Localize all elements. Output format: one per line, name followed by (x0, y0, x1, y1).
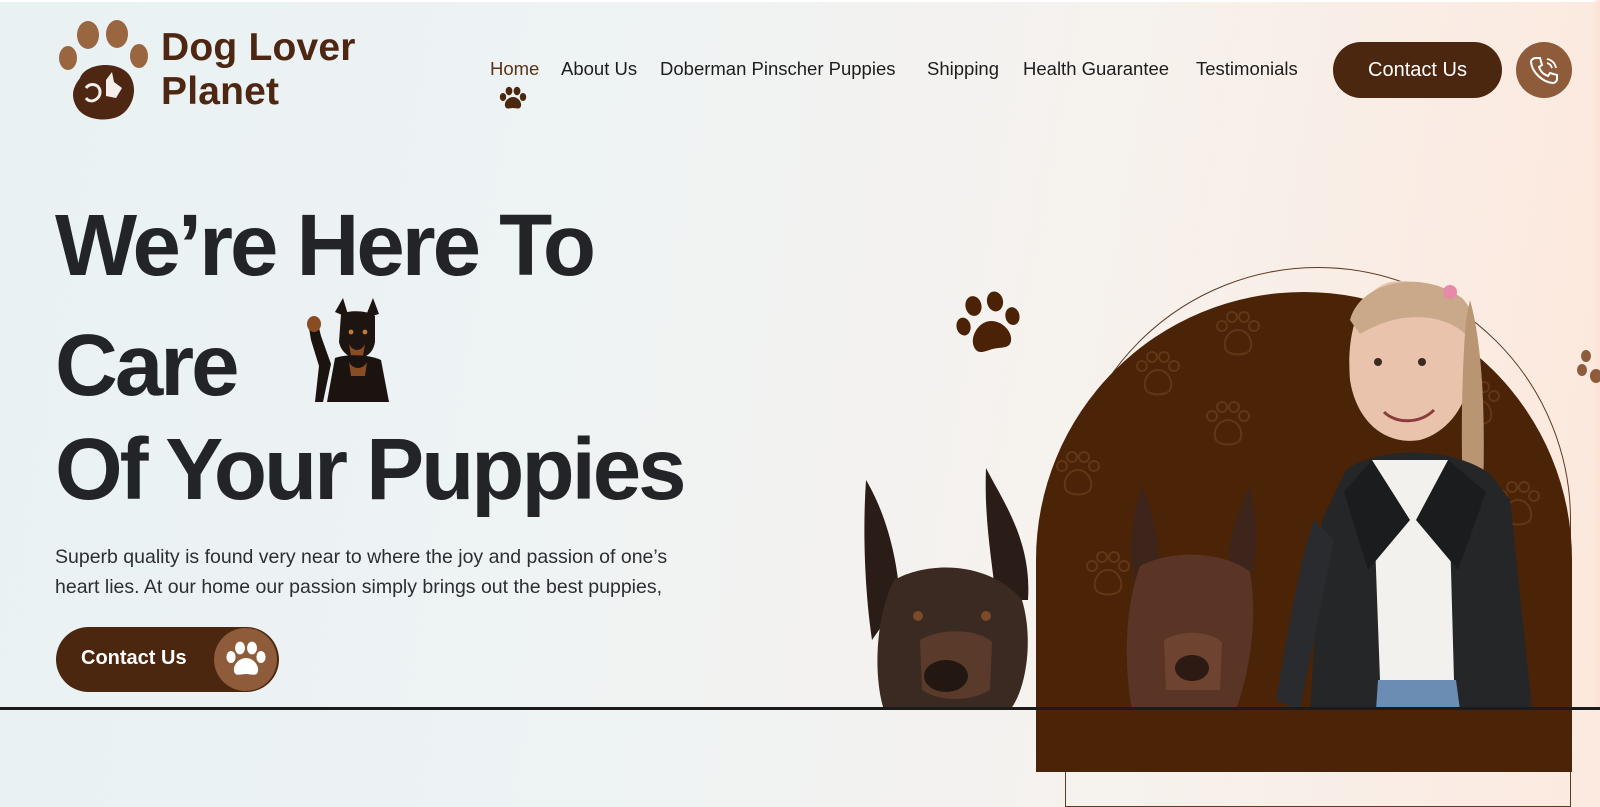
hero-photo-dobermans-and-girl (864, 281, 1532, 710)
